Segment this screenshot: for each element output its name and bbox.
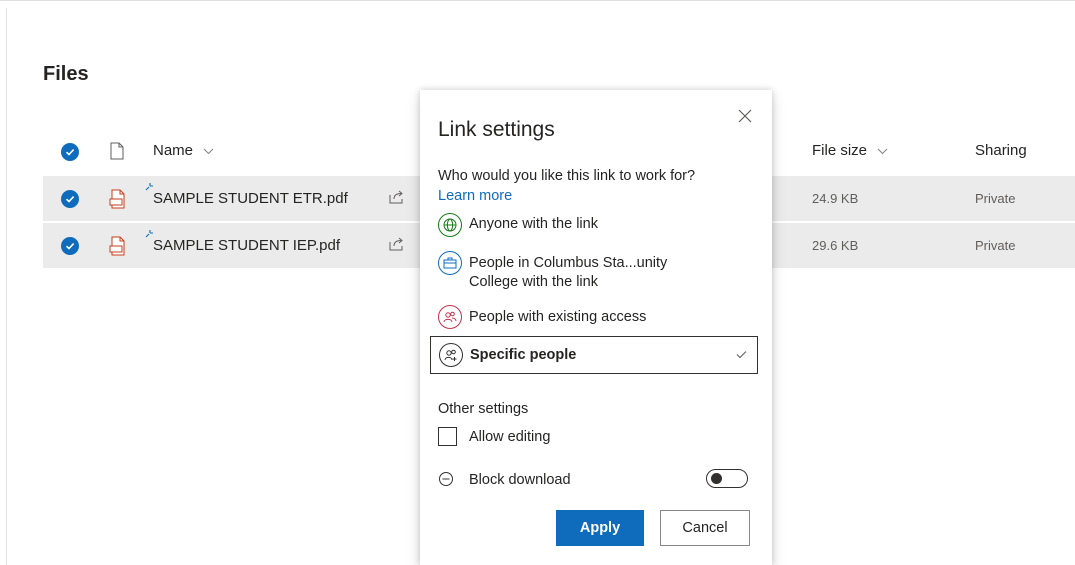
dialog-title: Link settings [438, 118, 555, 141]
column-sharing[interactable]: Sharing [975, 142, 1027, 159]
option-label: People in Columbus Sta...unity College w… [469, 254, 667, 292]
top-border [0, 0, 1075, 1]
cancel-button[interactable]: Cancel [660, 510, 750, 546]
close-icon[interactable] [736, 107, 754, 125]
chevron-down-icon [203, 148, 214, 154]
file-type-icon [110, 142, 124, 160]
briefcase-icon [438, 251, 462, 275]
checkmark-icon [65, 243, 75, 250]
block-icon [439, 472, 453, 486]
option-organization[interactable]: People in Columbus Sta...unity College w… [430, 248, 756, 292]
column-name[interactable]: Name [153, 142, 214, 159]
page-title: Files [43, 63, 89, 85]
share-icon[interactable] [389, 236, 406, 251]
left-border [6, 8, 7, 565]
apply-button[interactable]: Apply [556, 510, 644, 546]
pdf-file-icon [109, 189, 125, 209]
row-checkbox[interactable] [61, 237, 79, 255]
checkmark-icon [65, 149, 75, 156]
file-name[interactable]: SAMPLE STUDENT ETR.pdf [153, 190, 348, 207]
option-label: People with existing access [469, 309, 647, 325]
checkmark-icon [65, 196, 75, 203]
pdf-file-icon [109, 236, 125, 256]
toggle-knob [711, 473, 722, 484]
select-all-checkbox[interactable] [61, 143, 79, 161]
allow-editing-label: Allow editing [469, 429, 551, 445]
option-label: Anyone with the link [469, 216, 598, 232]
file-size: 24.9 KB [812, 191, 859, 206]
block-download-toggle[interactable] [706, 469, 748, 488]
audience-question: Who would you like this link to work for… [438, 168, 696, 184]
block-download-label: Block download [469, 472, 571, 488]
option-specific-people[interactable]: Specific people [430, 336, 758, 374]
people-add-icon [439, 343, 463, 367]
column-file-size[interactable]: File size [812, 142, 888, 159]
checkmark-icon [736, 351, 747, 359]
column-file-size-label: File size [812, 142, 868, 159]
option-existing-access[interactable]: People with existing access [430, 303, 756, 331]
option-label-line2: College with the link [469, 274, 598, 290]
globe-icon [438, 213, 462, 237]
row-checkbox[interactable] [61, 190, 79, 208]
option-label: Specific people [470, 347, 577, 363]
sharing-status: Private [975, 191, 1016, 206]
sharing-status: Private [975, 238, 1016, 253]
column-name-label: Name [153, 142, 194, 159]
option-anyone[interactable]: Anyone with the link [430, 210, 756, 238]
learn-more-link[interactable]: Learn more [438, 188, 512, 204]
option-label-line1: People in Columbus Sta...unity [469, 255, 668, 271]
file-size: 29.6 KB [812, 238, 859, 253]
file-name[interactable]: SAMPLE STUDENT IEP.pdf [153, 237, 340, 254]
link-settings-dialog: Link settings Who would you like this li… [420, 90, 772, 565]
other-settings-heading: Other settings [438, 401, 529, 417]
chevron-down-icon [877, 148, 888, 154]
allow-editing-checkbox[interactable] [438, 427, 457, 446]
people-icon [438, 305, 462, 329]
share-icon[interactable] [389, 189, 406, 204]
